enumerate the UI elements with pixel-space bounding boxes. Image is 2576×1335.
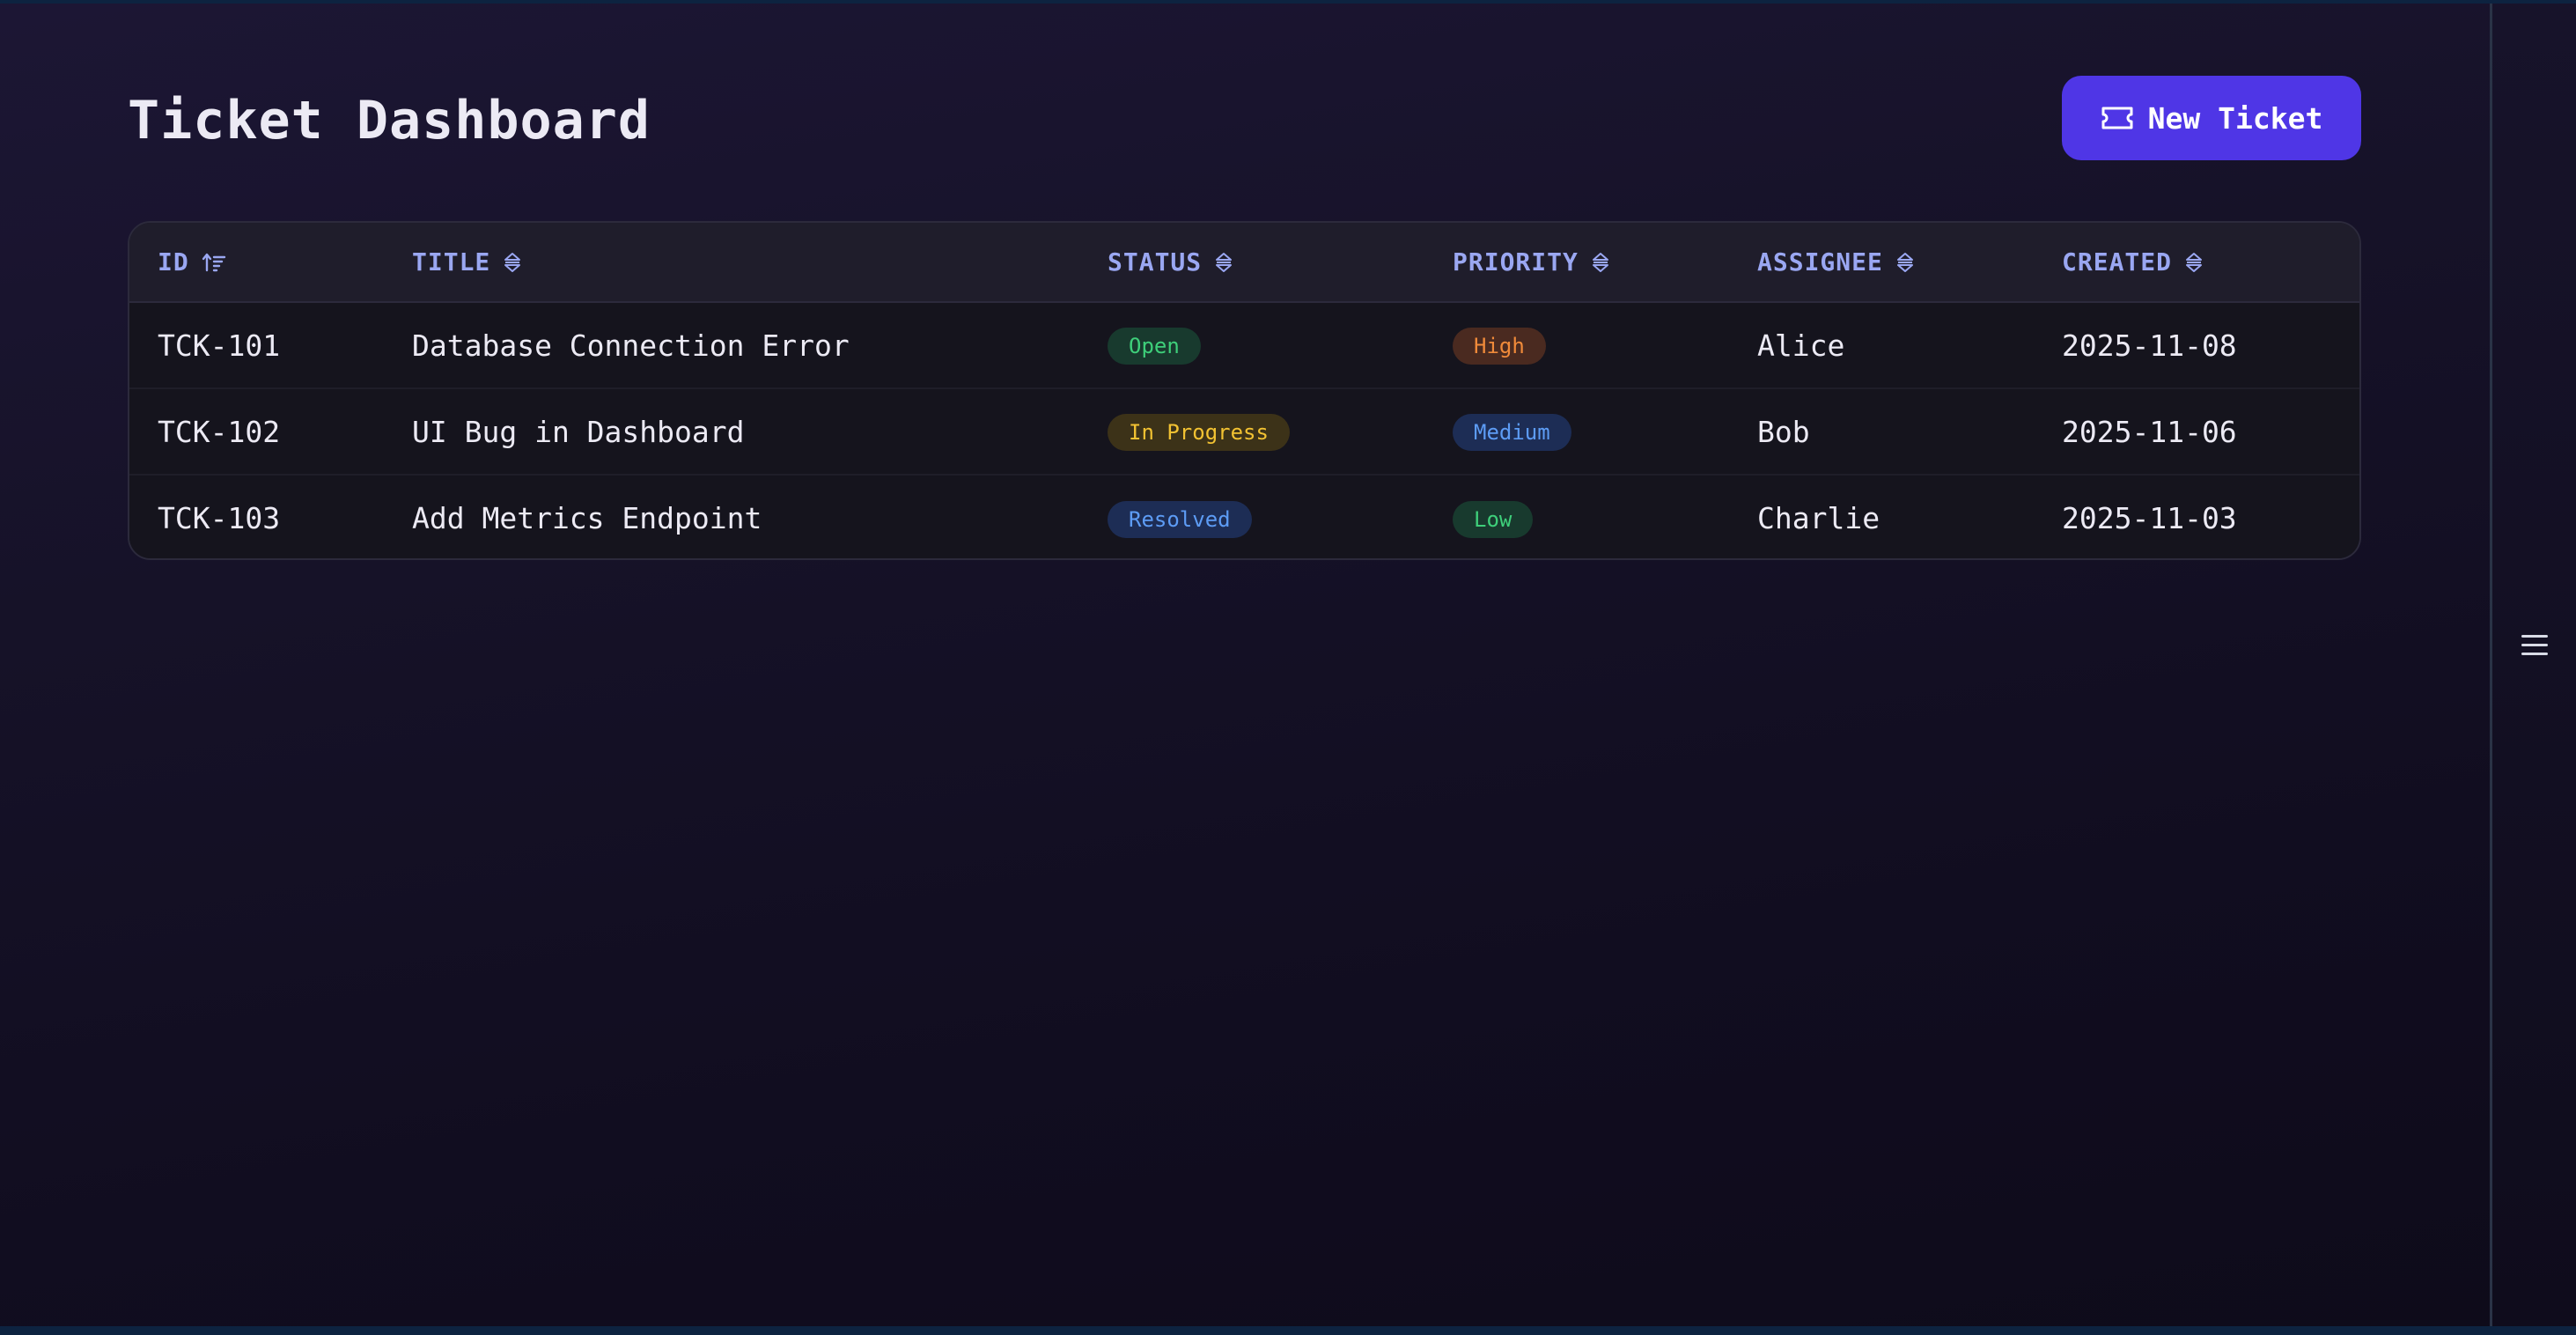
column-header-label: PRIORITY (1453, 247, 1579, 277)
cell-id: TCK-102 (129, 387, 384, 475)
column-header-assignee[interactable]: ASSIGNEE (1729, 223, 2034, 303)
table-row[interactable]: TCK-103 Add Metrics Endpoint Resolved Lo… (129, 474, 2359, 558)
priority-badge: Low (1453, 500, 1534, 538)
cell-title: Add Metrics Endpoint (384, 474, 1079, 558)
cell-status: Resolved (1079, 474, 1424, 558)
cell-title: UI Bug in Dashboard (384, 387, 1079, 475)
column-header-label: CREATED (2062, 247, 2173, 277)
column-header-label: ID (158, 247, 189, 277)
column-header-title[interactable]: TITLE (384, 223, 1079, 303)
priority-badge: Medium (1453, 414, 1571, 451)
cell-created: 2025-11-06 (2034, 387, 2359, 475)
menu-icon[interactable] (2519, 632, 2550, 659)
ticket-icon (2101, 106, 2134, 130)
sort-icon[interactable] (1591, 251, 1610, 274)
column-header-label: TITLE (412, 247, 491, 277)
cell-id: TCK-103 (129, 474, 384, 558)
cell-title: Database Connection Error (412, 328, 850, 363)
sort-icon[interactable] (1214, 251, 1233, 274)
cell-assignee: Charlie (1729, 474, 2034, 558)
table-row[interactable]: TCK-101 Database Connection Error Open H… (129, 302, 2359, 388)
cell-status: Open (1079, 302, 1424, 388)
page-title: Ticket Dashboard (128, 90, 651, 151)
cell-priority: Low (1424, 474, 1729, 558)
sort-icon[interactable] (1895, 251, 1915, 274)
cell-priority: Medium (1424, 387, 1729, 475)
sort-icon[interactable] (2184, 251, 2204, 274)
status-badge: Resolved (1108, 500, 1252, 538)
cell-status: In Progress (1079, 387, 1424, 475)
cell-created: 2025-11-08 (2062, 328, 2237, 363)
new-ticket-button[interactable]: New Ticket (2062, 76, 2361, 160)
column-header-status[interactable]: STATUS (1079, 223, 1424, 303)
cell-assignee: Bob (1729, 387, 2034, 475)
status-badge: Open (1108, 328, 1201, 365)
app-window: Ticket Dashboard New Ticket ID TITLE STA… (0, 4, 2576, 1326)
main-content: Ticket Dashboard New Ticket ID TITLE STA… (0, 4, 2490, 1326)
column-header-label: ASSIGNEE (1757, 247, 1883, 277)
status-badge: In Progress (1108, 414, 1290, 451)
table-row[interactable]: TCK-102 UI Bug in Dashboard In Progress … (129, 387, 2359, 475)
sort-ascending-icon[interactable] (202, 252, 226, 273)
priority-badge: High (1453, 328, 1546, 365)
new-ticket-label: New Ticket (2147, 100, 2323, 136)
column-header-priority[interactable]: PRIORITY (1424, 223, 1729, 303)
sort-icon[interactable] (503, 251, 522, 274)
table-header-row: ID TITLE STATUS PRIORITY ASSIGNEE CREATE… (129, 223, 2359, 303)
cell-created: 2025-11-03 (2034, 474, 2359, 558)
tickets-table: ID TITLE STATUS PRIORITY ASSIGNEE CREATE… (128, 221, 2361, 560)
column-header-id[interactable]: ID (129, 223, 384, 303)
column-header-created[interactable]: CREATED (2034, 223, 2359, 303)
right-sidebar (2490, 4, 2576, 1326)
column-header-label: STATUS (1108, 247, 1203, 277)
cell-priority: High (1424, 302, 1729, 388)
cell-id: TCK-101 (158, 328, 281, 363)
cell-assignee: Alice (1757, 328, 1845, 363)
